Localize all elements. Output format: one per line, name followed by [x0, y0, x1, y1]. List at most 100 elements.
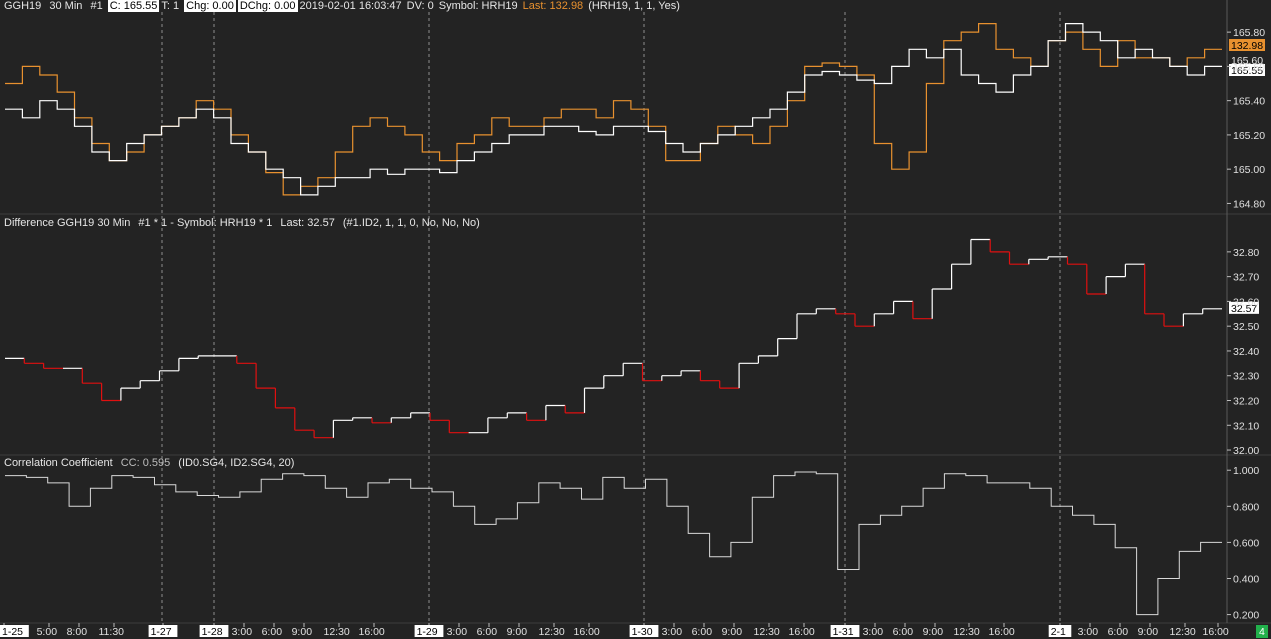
- y-tick-label: 0.600: [1233, 537, 1259, 549]
- hrh19-series-line[interactable]: [5, 23, 1222, 196]
- chart-id: #1: [90, 0, 103, 12]
- difference-step: [912, 301, 933, 320]
- x-tick-label: 8:00: [67, 626, 88, 638]
- x-tick-label: 5:00: [37, 626, 58, 638]
- x-tick-label: 1-29: [417, 626, 438, 638]
- session-grid: [161, 12, 1061, 622]
- y-tick-label: 32.80: [1233, 247, 1259, 259]
- difference-step: [545, 404, 566, 421]
- difference-step: [989, 239, 1010, 253]
- x-tick-label: 9:00: [507, 626, 528, 638]
- x-tick-label: 3:00: [863, 626, 884, 638]
- y-tick-label: 32.10: [1233, 420, 1259, 432]
- x-tick-label: 3:00: [662, 626, 683, 638]
- difference-step: [352, 417, 372, 421]
- difference-step: [1047, 256, 1068, 260]
- difference-step: [796, 313, 817, 339]
- difference-step: [410, 412, 430, 418]
- correlation-panel[interactable]: [5, 471, 1222, 616]
- difference-step: [487, 417, 508, 433]
- difference-step: [1066, 256, 1087, 265]
- difference-step: [641, 363, 662, 382]
- tick-count: T: 1: [161, 0, 180, 12]
- correlation-value: CC: 0.595: [120, 457, 171, 469]
- difference-step: [1105, 276, 1126, 294]
- y-tick-label: 164.80: [1233, 198, 1265, 210]
- difference-step: [893, 300, 913, 314]
- difference-step: [622, 362, 643, 376]
- difference-step: [43, 363, 63, 369]
- x-tick-label: 12:30: [539, 626, 565, 638]
- overlay-symbol: Symbol: HRH19: [438, 0, 518, 12]
- price-panel[interactable]: 132.98165.60165.55: [5, 23, 1265, 196]
- x-tick-label: 16:00: [989, 626, 1015, 638]
- x-tick-label: 12:30: [754, 626, 780, 638]
- value-axes: 165.80 165.60 165.40 165.20 165.00 164.80 32.8…: [0, 0, 1271, 624]
- difference-step: [1202, 308, 1222, 314]
- difference-step: [757, 355, 778, 364]
- difference-step: [1163, 313, 1184, 327]
- y-tick-label: 165.40: [1233, 96, 1265, 108]
- symbol-label: GGH19: [4, 0, 42, 12]
- x-tick-label: 16:00: [1203, 626, 1229, 638]
- difference-panel[interactable]: 32.57: [5, 238, 1259, 439]
- difference-step: [139, 380, 160, 389]
- interval-label: 30 Min: [49, 0, 83, 12]
- difference-step: [680, 370, 701, 376]
- difference-step: [429, 412, 450, 421]
- x-tick-label: 12:30: [324, 626, 350, 638]
- y-tick-label: 32.50: [1233, 321, 1259, 333]
- difference-step: [1144, 264, 1164, 315]
- x-tick-label: 1-25: [2, 626, 23, 638]
- difference-step: [583, 387, 604, 413]
- x-tick-label: 2-1: [1051, 626, 1066, 638]
- daily-change-value: DChg: 0.00: [237, 0, 298, 12]
- correlation-series-line[interactable]: [5, 471, 1222, 616]
- x-tick-label: 1-28: [202, 626, 223, 638]
- difference-step: [951, 263, 971, 289]
- difference-step: [506, 412, 527, 418]
- difference-step: [236, 355, 257, 364]
- difference-step: [699, 370, 720, 382]
- x-tick-label: 9:00: [923, 626, 944, 638]
- y-tick-label: 165.00: [1233, 164, 1265, 176]
- close-value: C: 165.55: [107, 0, 160, 12]
- x-tick-label: 16:00: [574, 626, 600, 638]
- x-tick-label: 16:00: [359, 626, 385, 638]
- x-tick-label: 11:30: [99, 626, 125, 638]
- difference-step: [255, 363, 276, 389]
- difference-step: [719, 380, 740, 389]
- y-tick-label: 0.200: [1233, 610, 1259, 622]
- status-badge-label: 4: [1259, 626, 1265, 638]
- change-value: Chg: 0.00: [184, 0, 236, 12]
- x-tick-label: 1-30: [632, 626, 653, 638]
- x-tick-label: 9:00: [292, 626, 313, 638]
- price-panel-header: GGH19 30 Min #1 C: 165.55 T: 1 Chg: 0.00 DCh…: [4, 0, 685, 12]
- last-value-label: 132.98: [1231, 40, 1263, 52]
- chart-canvas[interactable]: 132.98165.60165.55 32.57 165.80165.60165…: [0, 0, 1271, 639]
- difference-step: [564, 405, 585, 414]
- y-tick-label: 32.70: [1233, 272, 1259, 284]
- correlation-panel-header: Correlation Coefficient CC: 0.595 (ID0.S…: [4, 457, 299, 469]
- timestamp: 2019-02-01 16:03:47: [299, 0, 402, 12]
- difference-step: [1028, 258, 1049, 265]
- y-tick-label: 0.400: [1233, 573, 1259, 585]
- y-tick-label: 165.20: [1233, 130, 1265, 142]
- difference-params: (#1.ID2, 1, 1, 0, No, No, No): [342, 217, 480, 229]
- difference-formula: #1 * 1 - Symbol: HRH19 * 1: [138, 217, 273, 229]
- y-tick-label: 165.60: [1233, 61, 1265, 73]
- difference-step: [1124, 263, 1145, 277]
- difference-step: [1182, 313, 1203, 327]
- x-tick-label: 16:00: [789, 626, 815, 638]
- difference-step: [371, 417, 392, 424]
- difference-step: [854, 313, 875, 327]
- x-tick-label: 6:00: [477, 626, 498, 638]
- y-tick-label: 32.20: [1233, 396, 1259, 408]
- x-tick-label: 6:00: [692, 626, 713, 638]
- x-tick-label: 1-27: [151, 626, 172, 638]
- difference-step: [1008, 251, 1029, 265]
- difference-step: [1086, 264, 1107, 295]
- difference-step: [738, 362, 759, 389]
- difference-step: [274, 388, 295, 409]
- difference-step: [101, 383, 121, 402]
